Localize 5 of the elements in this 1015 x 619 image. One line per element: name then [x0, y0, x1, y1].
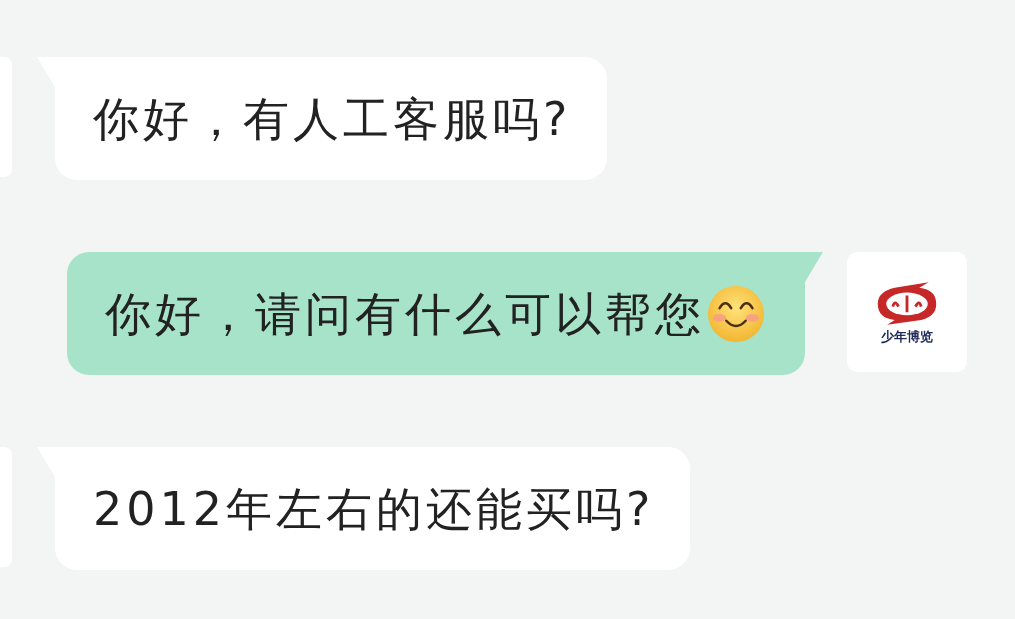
avatar[interactable]: 少年博览: [847, 252, 967, 372]
logo-caption: 少年博览: [881, 328, 933, 346]
message-text: 2012年左右的还能买吗?: [93, 482, 655, 535]
message-text: 你好，有人工客服吗?: [93, 92, 572, 145]
message-text: 你好，请问有什么可以帮您: [105, 287, 705, 340]
